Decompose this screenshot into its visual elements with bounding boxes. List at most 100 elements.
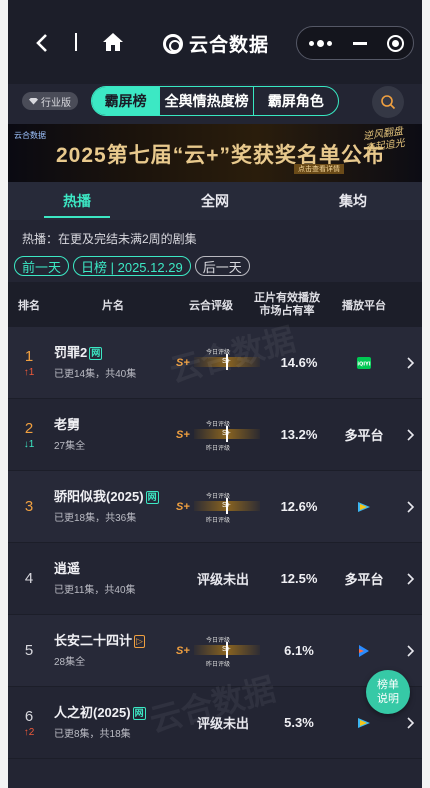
chevron-right-icon[interactable] [400,356,422,369]
list-help-button[interactable]: 榜单 说明 [366,670,410,714]
grade-level: S+ [176,644,190,657]
chevron-right-icon[interactable] [400,716,422,729]
rank-cell: 5 [8,642,50,659]
episode-info: 27集全 [54,441,86,452]
market-share: 14.6% [280,355,318,370]
rank-cell: 6 ↑2 [8,708,50,738]
tab-bapingbang[interactable]: 霸屏榜 [92,87,160,115]
header-share: 正片有效播放 市场占有率 [254,291,320,317]
tab-bapingjuese[interactable]: 霸屏角色 [252,87,338,115]
show-title: 骄阳似我(2025) [54,489,144,504]
capsule-menu [296,26,414,60]
market-share: 12.6% [280,499,318,514]
table-row[interactable]: 4 逍遥 已更11集，共40集 评级未出 12.5% 多平台 [8,543,422,615]
platform-cell [328,501,400,513]
date-selector[interactable]: 日榜 | 2025.12.29 [73,256,191,276]
brand-logo-icon [163,33,183,54]
rank-number: 5 [24,642,34,659]
grade-cell: S+ 今日评级 S+ 昨日评级 [176,471,270,542]
episode-info: 已更14集，共40集 [54,369,137,380]
youku-icon [359,644,369,657]
rank-number: 3 [24,498,34,515]
more-icon[interactable] [297,27,343,59]
rank-number: 6 [24,707,34,725]
grade-yesterday-label: 昨日评级 [206,662,231,668]
minimize-icon[interactable] [343,41,377,45]
tab-all-network[interactable]: 全网 [146,182,284,220]
date-controls: 前一天 日榜 | 2025.12.29 后一天 [8,250,422,282]
table-row[interactable]: 5 长安二十四计 ▷ 28集全 S+ 今日评级 S+ 昨日评级 6.1% [8,615,422,687]
home-icon[interactable] [102,32,124,52]
grade-level: S+ [176,356,190,369]
ranking-list: 1 ↑1 罚罪2 网 已更14集，共40集 S+ 今日评级 S+ 14.6% iQ… [8,327,422,759]
list-tabs: 热播 全网 集均 [8,182,422,220]
platform-cell: iQIYI [328,356,400,369]
chevron-right-icon[interactable] [400,644,422,657]
grade-marker-label: S+ [222,502,231,509]
rank-cell: 2 ↓1 [8,420,50,450]
rank-change: ↓1 [23,438,35,450]
table-row[interactable]: 6 ↑2 人之初(2025) 网 已更8集，共18集 评级未出 5.3% [8,687,422,759]
title-cell: 罚罪2 网 已更14集，共40集 [50,345,176,380]
table-header: 排名 片名 云合评级 正片有效播放 市场占有率 播放平台 [8,282,422,327]
grade-marker-label: S+ [222,430,231,437]
platform-cell [328,717,400,729]
grade-marker-label: S+ [222,358,231,365]
platform-label: 多平台 [344,572,384,587]
table-row[interactable]: 1 ↑1 罚罪2 网 已更14集，共40集 S+ 今日评级 S+ 14.6% iQ… [8,327,422,399]
title-cell: 长安二十四计 ▷ 28集全 [50,633,176,668]
platform-label: 多平台 [344,428,384,443]
rank-cell: 4 [8,570,50,587]
show-title: 人之初(2025) [54,705,131,720]
banner-subtitle: 点击查看详情 [294,164,344,174]
network-tag: 网 [89,346,103,360]
title-cell: 人之初(2025) 网 已更8集，共18集 [50,705,176,740]
back-icon[interactable] [32,32,52,54]
market-share: 13.2% [280,427,318,442]
header-rank: 排名 [18,299,40,312]
prev-day-button[interactable]: 前一天 [14,256,70,276]
grade-level: S+ [176,500,190,513]
version-badge[interactable]: 行业版 [22,92,78,110]
nav-divider [75,33,77,51]
next-day-button[interactable]: 后一天 [194,256,250,276]
episode-info: 已更18集，共36集 [54,513,137,524]
chevron-right-icon[interactable] [400,572,422,585]
search-button[interactable] [372,86,404,118]
segment-control: 霸屏榜 全舆情热度榜 霸屏角色 [91,86,339,116]
market-share: 5.3% [284,715,314,730]
rank-number: 1 [24,347,34,365]
background-page-right [422,0,430,788]
tab-quanyuqing[interactable]: 全舆情热度榜 [159,87,253,115]
tab-per-episode[interactable]: 集均 [284,182,422,220]
title-cell: 骄阳似我(2025) 网 已更18集，共36集 [50,489,176,524]
close-miniprogram-icon[interactable] [377,34,413,52]
market-share: 12.5% [280,571,318,586]
episode-info: 28集全 [54,657,86,668]
search-icon [381,95,396,110]
tab-hot[interactable]: 热播 [8,182,146,220]
rank-cell: 1 ↑1 [8,348,50,378]
show-title: 老舅 [54,417,81,432]
network-tag: 网 [132,706,146,720]
grade-cell: S+ 今日评级 S+ [176,327,270,398]
title-bar: 云合数据 [8,0,422,84]
chevron-right-icon[interactable] [400,500,422,513]
rank-change: ↑2 [23,726,35,738]
grade-level: S+ [176,428,190,441]
table-row[interactable]: 3 骄阳似我(2025) 网 已更18集，共36集 S+ 今日评级 S+ 昨日评级… [8,471,422,543]
grade-marker-label: S+ [222,646,231,653]
grade-yesterday-label: 昨日评级 [206,446,231,452]
platform-cell [328,644,400,657]
chevron-right-icon[interactable] [400,428,422,441]
rank-change: ↑1 [23,366,35,378]
episode-info: 已更11集，共40集 [54,585,136,596]
promo-banner[interactable]: 云合数据 2025第七届“云+”奖获奖名单公布 点击查看详情 逆风翻盘 奋起追光 [8,124,422,182]
category-tabbar: 行业版 霸屏榜 全舆情热度榜 霸屏角色 [8,84,422,124]
rank-number: 4 [24,570,34,587]
table-row[interactable]: 2 ↓1 老舅 27集全 S+ 今日评级 S+ 昨日评级 13.2% 多平台 [8,399,422,471]
list-description: 热播：在更及完结未满2周的剧集 [8,220,422,250]
tencent-video-icon [358,501,370,512]
header-name: 片名 [102,299,124,312]
mini-program-window: 云合数据 行业版 霸屏榜 全舆情热度榜 霸屏角色 云合数据 2025第七届“云+… [8,0,422,788]
